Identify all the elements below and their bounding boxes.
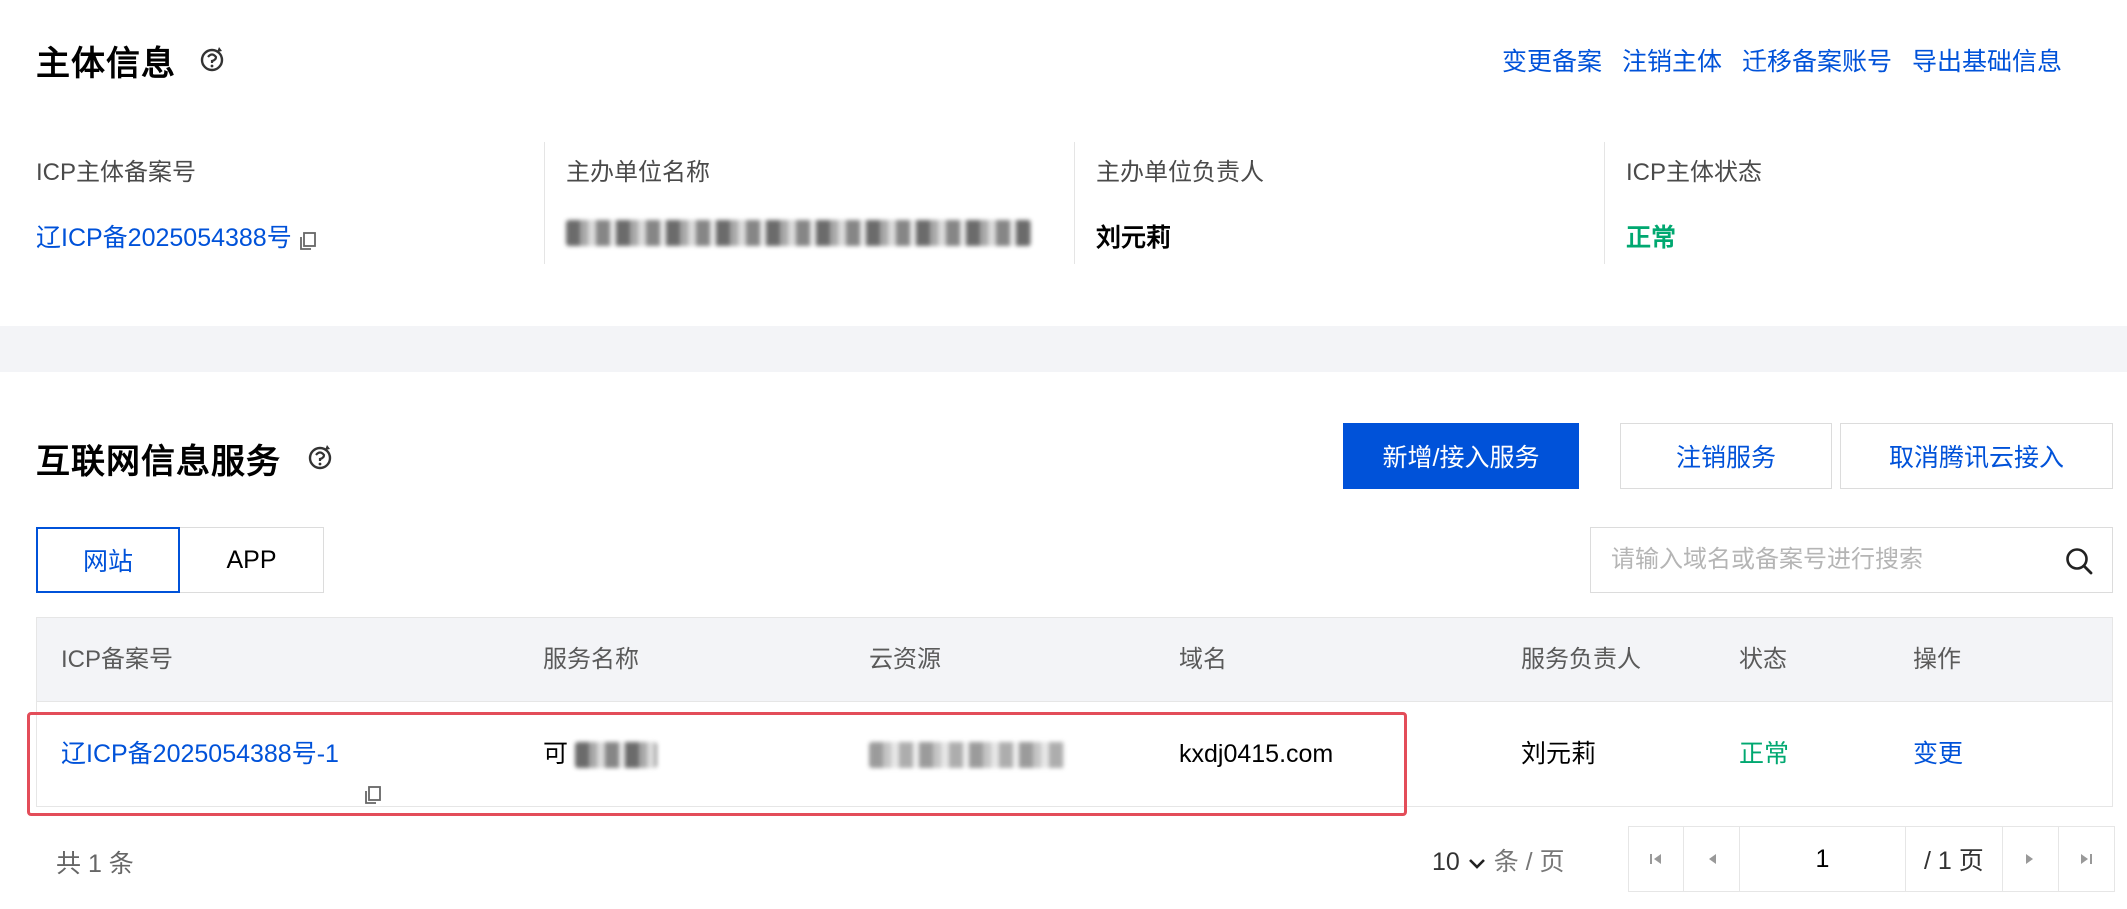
service-name-cell: 可 bbox=[543, 702, 657, 806]
cloud-resource-cell bbox=[869, 702, 1065, 806]
page-number-input[interactable] bbox=[1740, 826, 1905, 892]
copy-icon[interactable] bbox=[364, 745, 382, 805]
field-divider bbox=[1604, 142, 1605, 264]
export-info-link[interactable]: 导出基础信息 bbox=[1912, 48, 2062, 76]
add-service-button[interactable]: 新增/接入服务 bbox=[1343, 423, 1579, 489]
table-header: ICP备案号 服务名称 云资源 域名 服务负责人 状态 操作 bbox=[37, 618, 2112, 702]
section-divider bbox=[0, 326, 2127, 372]
refresh-help-icon[interactable] bbox=[306, 442, 336, 472]
host-organization-owner-label: 主办单位负责人 bbox=[1096, 159, 1264, 186]
pagination: / 1 页 bbox=[1628, 826, 2115, 892]
column-service-name: 服务名称 bbox=[543, 646, 639, 673]
services-table: ICP备案号 服务名称 云资源 域名 服务负责人 状态 操作 辽ICP备2025… bbox=[36, 617, 2113, 807]
column-status: 状态 bbox=[1739, 646, 1787, 673]
last-page-icon[interactable] bbox=[2058, 826, 2115, 892]
page-size-unit: 条 / 页 bbox=[1493, 848, 1565, 876]
redacted-text bbox=[869, 742, 1065, 769]
table-row: 辽ICP备2025054388号-1 可 kxdj0415.com 刘元莉 正常… bbox=[37, 702, 2112, 806]
search-icon[interactable] bbox=[2064, 546, 2094, 581]
service-type-tabs: 网站 APP bbox=[36, 527, 324, 593]
field-divider bbox=[1074, 142, 1075, 264]
prev-page-icon[interactable] bbox=[1684, 826, 1740, 892]
field-divider bbox=[544, 142, 545, 264]
migrate-account-link[interactable]: 迁移备案账号 bbox=[1742, 48, 1892, 76]
cancel-service-button[interactable]: 注销服务 bbox=[1620, 423, 1832, 489]
redacted-text bbox=[574, 742, 657, 769]
page-size-select[interactable]: 10 条 / 页 bbox=[1432, 842, 1565, 878]
service-owner-cell: 刘元莉 bbox=[1521, 740, 1597, 768]
status-badge: 正常 bbox=[1739, 740, 1790, 768]
copy-icon[interactable] bbox=[299, 229, 317, 251]
tab-app[interactable]: APP bbox=[180, 527, 324, 593]
column-service-owner: 服务负责人 bbox=[1521, 646, 1641, 673]
host-organization-owner-value: 刘元莉 bbox=[1096, 224, 1172, 252]
icp-subject-status-value: 正常 bbox=[1626, 224, 1677, 252]
change-service-link[interactable]: 变更 bbox=[1913, 702, 1963, 806]
first-page-icon[interactable] bbox=[1628, 826, 1684, 892]
change-filing-link[interactable]: 变更备案 bbox=[1502, 48, 1602, 76]
total-pages: / 1 页 bbox=[1905, 826, 2003, 892]
icp-subject-number-label: ICP主体备案号 bbox=[36, 159, 197, 186]
column-domain: 域名 bbox=[1179, 646, 1227, 673]
column-action: 操作 bbox=[1913, 646, 1961, 673]
domain-cell: kxdj0415.com bbox=[1179, 740, 1334, 768]
chevron-down-icon bbox=[1467, 849, 1487, 878]
icp-subject-number-value[interactable]: 辽ICP备2025054388号 bbox=[36, 218, 317, 254]
column-icp-number: ICP备案号 bbox=[61, 646, 174, 673]
services-section-title: 互联网信息服务 bbox=[36, 443, 281, 481]
cancel-subject-link[interactable]: 注销主体 bbox=[1622, 48, 1722, 76]
subject-section-title: 主体信息 bbox=[36, 45, 176, 83]
host-organization-value bbox=[566, 218, 1031, 247]
cancel-tencent-access-button[interactable]: 取消腾讯云接入 bbox=[1840, 423, 2113, 489]
search-input[interactable] bbox=[1611, 546, 2051, 574]
tab-website[interactable]: 网站 bbox=[36, 527, 180, 593]
total-count: 共 1 条 bbox=[56, 850, 134, 878]
next-page-icon[interactable] bbox=[2002, 826, 2059, 892]
service-icp-number[interactable]: 辽ICP备2025054388号-1 bbox=[61, 702, 382, 806]
host-organization-label: 主办单位名称 bbox=[566, 159, 710, 186]
icp-subject-status-label: ICP主体状态 bbox=[1626, 159, 1763, 186]
column-cloud-resource: 云资源 bbox=[869, 646, 941, 673]
refresh-help-icon[interactable] bbox=[198, 44, 228, 74]
redacted-text bbox=[566, 220, 1031, 247]
subject-actions: 变更备案 注销主体 迁移备案账号 导出基础信息 bbox=[1502, 42, 2062, 78]
search-box bbox=[1590, 527, 2113, 593]
